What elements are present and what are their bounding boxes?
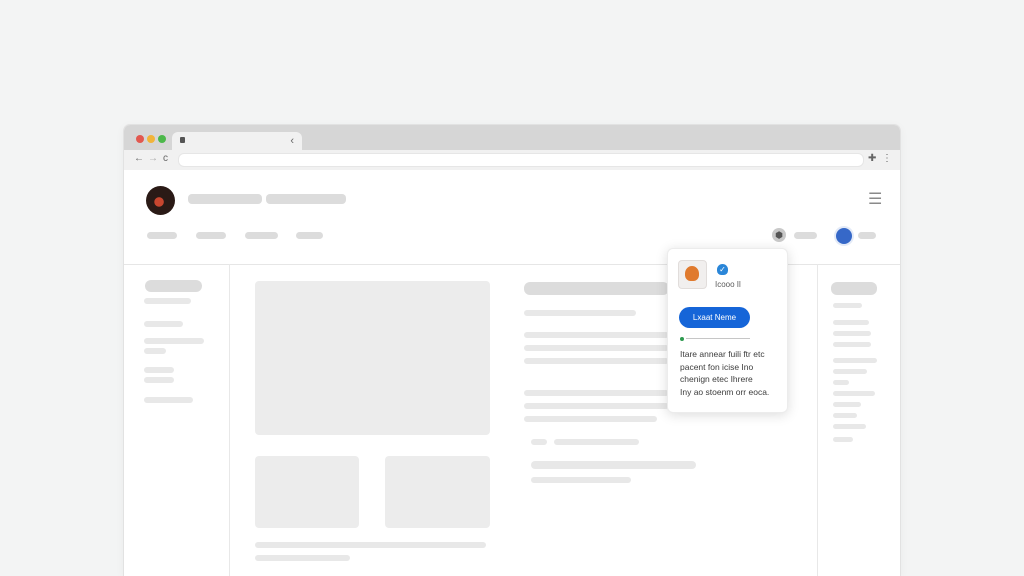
account-icon[interactable] bbox=[836, 228, 852, 244]
right-sidebar-item-placeholder[interactable] bbox=[833, 303, 862, 308]
sidebar-item-placeholder[interactable] bbox=[144, 367, 174, 373]
page-favicon-icon bbox=[180, 137, 185, 143]
browser-menu-icon[interactable]: ⋮ bbox=[882, 152, 892, 166]
article-heading-placeholder bbox=[524, 282, 669, 295]
tab-strip: ‹ bbox=[124, 125, 900, 150]
site-info-popup: ✓ Icooo Il Lxaat Neme Itare annear fuili… bbox=[667, 248, 788, 413]
article-line-placeholder bbox=[524, 403, 669, 409]
caption-line-placeholder bbox=[255, 555, 350, 561]
popup-subtitle: Icooo Il bbox=[715, 280, 741, 289]
left-sidebar-divider bbox=[229, 264, 230, 576]
popup-description: Itare annear fuili ftr etc pacent fon ic… bbox=[680, 349, 770, 397]
right-sidebar-item-placeholder[interactable] bbox=[833, 402, 861, 407]
minimize-window-dot[interactable] bbox=[147, 135, 155, 143]
hamburger-menu-icon[interactable]: ☰ bbox=[868, 192, 882, 208]
right-sidebar-item-placeholder[interactable] bbox=[833, 320, 869, 325]
article-line-placeholder bbox=[524, 358, 669, 364]
shield-icon[interactable]: ⬢ bbox=[772, 228, 786, 242]
sidebar-item-placeholder[interactable] bbox=[144, 338, 204, 344]
article-line-placeholder bbox=[531, 461, 696, 469]
right-sidebar-item-placeholder[interactable] bbox=[833, 437, 853, 442]
status-dot-icon bbox=[680, 337, 684, 341]
popup-primary-button[interactable]: Lxaat Neme bbox=[679, 307, 750, 328]
nav-link-placeholder[interactable] bbox=[245, 232, 278, 239]
meta-line-placeholder bbox=[554, 439, 639, 445]
header-link-placeholder[interactable] bbox=[858, 232, 876, 239]
article-line-placeholder bbox=[524, 345, 669, 351]
close-window-dot[interactable] bbox=[136, 135, 144, 143]
sidebar-item-placeholder[interactable] bbox=[144, 298, 191, 304]
app-logo-icon bbox=[678, 260, 707, 289]
address-bar[interactable] bbox=[178, 153, 864, 167]
thumbnail-placeholder bbox=[385, 456, 490, 528]
thumbnail-placeholder bbox=[255, 456, 359, 528]
right-sidebar-item-placeholder[interactable] bbox=[833, 342, 871, 347]
back-icon[interactable]: ← bbox=[134, 152, 144, 166]
sidebar-item-placeholder[interactable] bbox=[144, 321, 183, 327]
sidebar-item-placeholder[interactable] bbox=[144, 348, 166, 354]
forward-icon[interactable]: → bbox=[148, 152, 158, 166]
right-sidebar-item-placeholder[interactable] bbox=[833, 331, 871, 336]
right-sidebar-item-placeholder[interactable] bbox=[833, 358, 877, 363]
header-link-placeholder[interactable] bbox=[794, 232, 817, 239]
tab-active[interactable]: ‹ bbox=[172, 132, 302, 150]
popup-divider bbox=[686, 338, 750, 339]
right-sidebar-item-placeholder[interactable] bbox=[833, 413, 857, 418]
site-title-placeholder bbox=[188, 194, 262, 204]
sidebar-item-placeholder[interactable] bbox=[144, 377, 174, 383]
site-subtitle-placeholder bbox=[266, 194, 346, 204]
meta-tag-placeholder bbox=[531, 439, 547, 445]
tab-close-icon[interactable]: ‹ bbox=[290, 133, 294, 149]
article-line-placeholder bbox=[531, 477, 631, 483]
nav-link-placeholder[interactable] bbox=[196, 232, 226, 239]
nav-link-placeholder[interactable] bbox=[147, 232, 177, 239]
hero-image-placeholder bbox=[255, 281, 490, 435]
article-line-placeholder bbox=[524, 332, 669, 338]
sidebar-item-placeholder[interactable] bbox=[144, 397, 193, 403]
browser-toolbar: ← → c ✚ ⋮ bbox=[124, 150, 900, 170]
article-line-placeholder bbox=[524, 390, 669, 396]
right-sidebar-item-placeholder[interactable] bbox=[833, 380, 849, 385]
reload-icon[interactable]: c bbox=[163, 152, 168, 166]
sidebar-heading-placeholder bbox=[145, 280, 202, 292]
article-line-placeholder bbox=[524, 416, 657, 422]
right-sidebar-item-placeholder[interactable] bbox=[833, 369, 867, 374]
profile-avatar[interactable] bbox=[146, 186, 175, 215]
right-sidebar-item-placeholder[interactable] bbox=[833, 391, 875, 396]
right-sidebar-item-placeholder[interactable] bbox=[833, 424, 866, 429]
caption-line-placeholder bbox=[255, 542, 486, 548]
nav-link-placeholder[interactable] bbox=[296, 232, 323, 239]
maximize-window-dot[interactable] bbox=[158, 135, 166, 143]
right-sidebar-heading-placeholder bbox=[831, 282, 877, 295]
article-line-placeholder bbox=[524, 310, 636, 316]
right-sidebar-divider bbox=[817, 264, 818, 576]
extension-icon[interactable]: ✚ bbox=[868, 152, 876, 166]
verified-badge-icon: ✓ bbox=[717, 264, 728, 275]
